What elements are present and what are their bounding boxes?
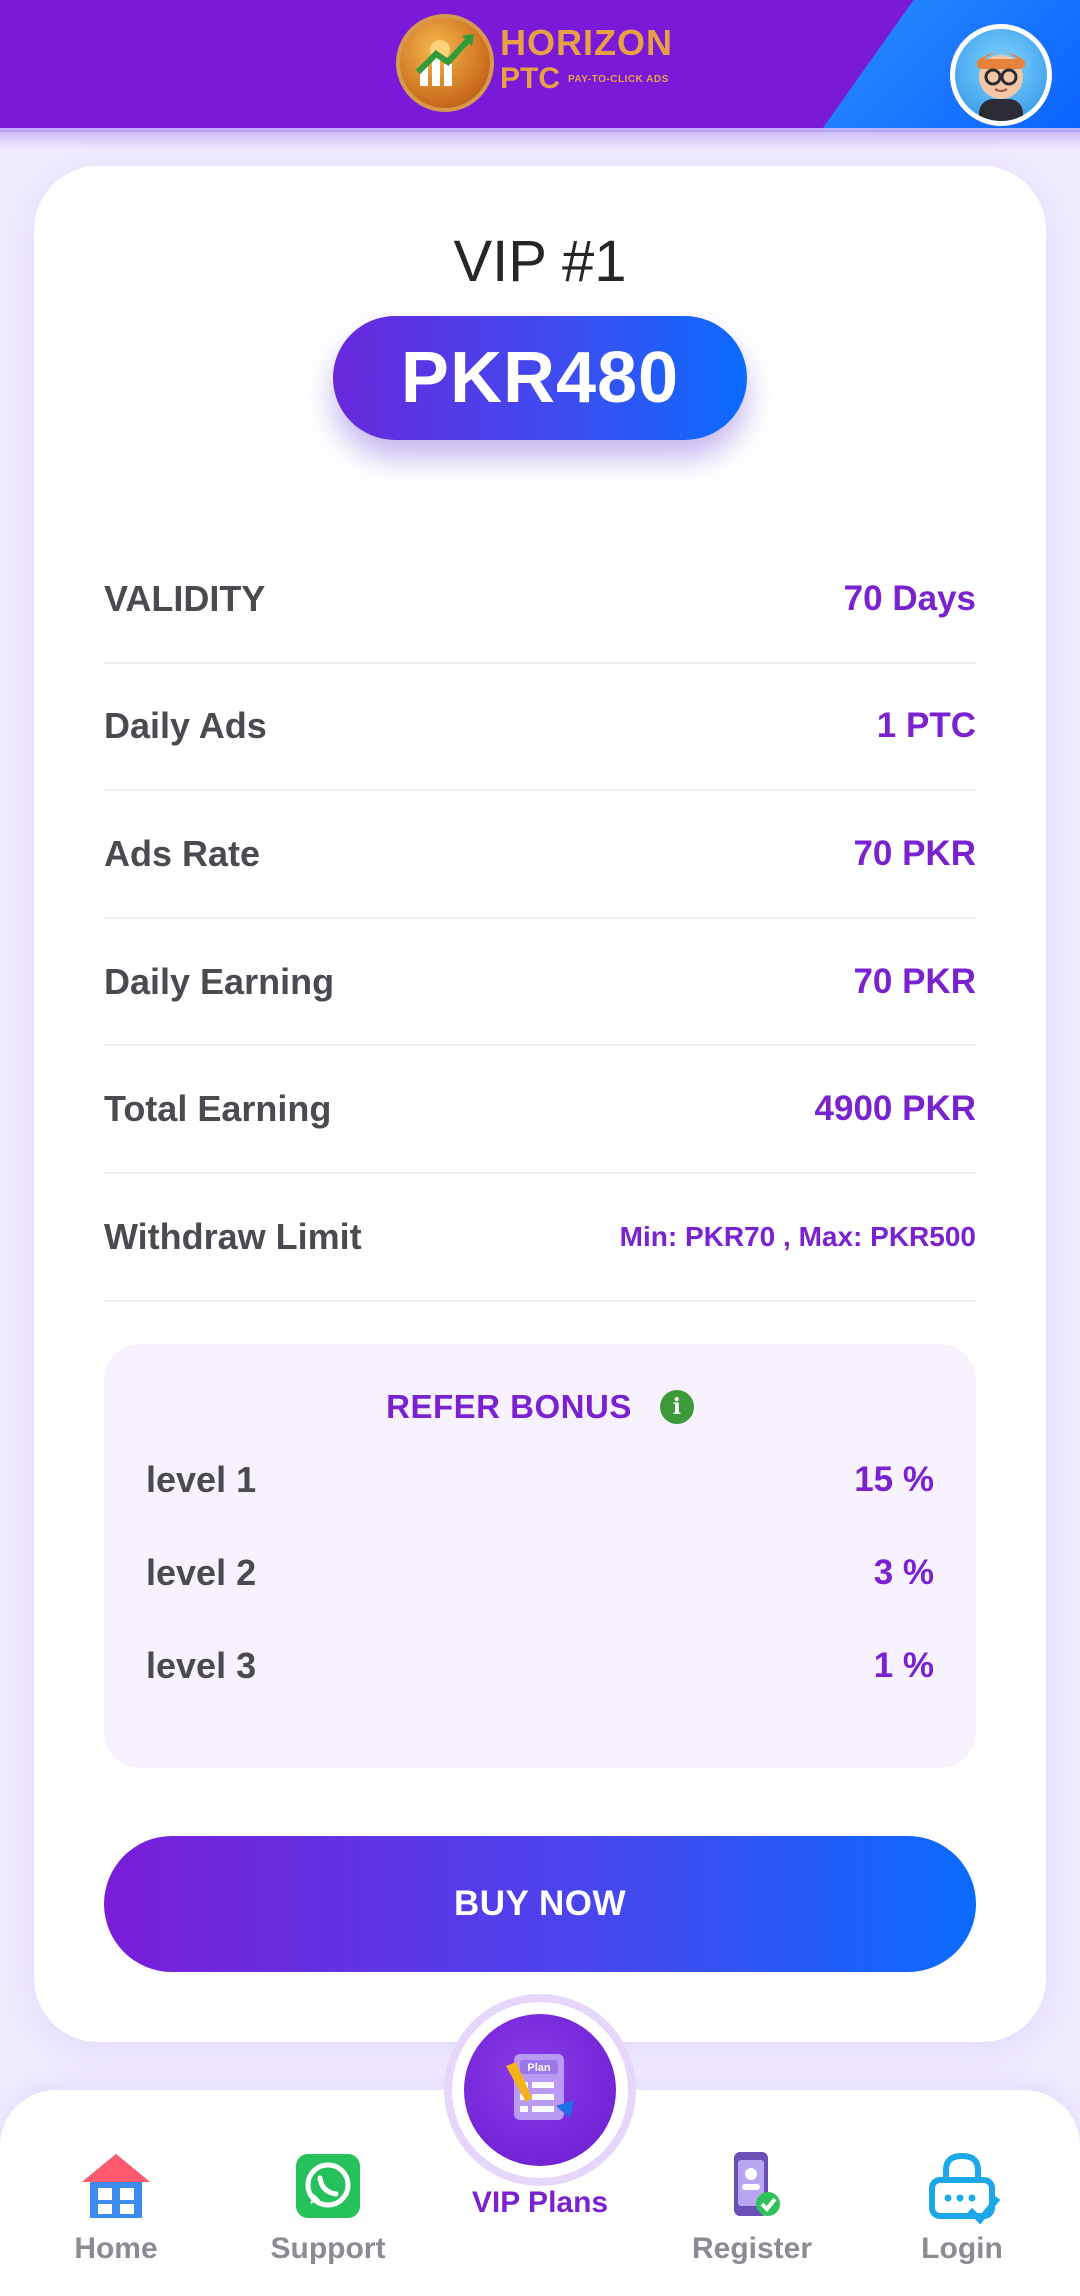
lock-icon: [929, 2152, 1000, 2224]
brand-tagline: PAY-TO-CLICK ADS: [568, 74, 669, 85]
nav-label: Home: [74, 2232, 158, 2265]
refer-level-row: level 1 15 %: [146, 1450, 934, 1510]
vip-plans-button[interactable]: Plan: [464, 2014, 616, 2166]
nav-vip-plans[interactable]: Plan: [444, 1994, 636, 2186]
top-header: HORIZON PTC PAY-TO-CLICK ADS: [0, 0, 1080, 132]
header-shadow: [0, 128, 1080, 150]
nav-register[interactable]: Register: [652, 2090, 852, 2296]
detail-label: Withdraw Limit: [104, 1215, 362, 1257]
buy-now-button[interactable]: BUY NOW: [104, 1836, 976, 1972]
level-label: level 2: [146, 1552, 257, 1593]
house-icon: [82, 2154, 150, 2218]
detail-value: 1 PTC: [876, 706, 976, 746]
nav-label: Support: [270, 2232, 386, 2265]
detail-row-withdraw-limit: Withdraw Limit Min: PKR70 , Max: PKR500: [104, 1174, 976, 1302]
refer-level-row: level 3 1 %: [146, 1636, 934, 1696]
brand-logo[interactable]: HORIZON PTC PAY-TO-CLICK ADS: [396, 14, 696, 114]
detail-value: 4900 PKR: [814, 1089, 976, 1129]
info-icon[interactable]: i: [659, 1390, 694, 1424]
register-phone-icon: [734, 2152, 780, 2216]
detail-row-total-earning: Total Earning 4900 PKR: [104, 1046, 976, 1174]
nav-support[interactable]: Support: [228, 2090, 428, 2296]
logo-badge-icon: [396, 14, 494, 112]
level-value: 3 %: [873, 1553, 934, 1592]
level-value: 15 %: [854, 1460, 934, 1499]
refer-bonus-panel: REFER BONUS i level 1 15 % level 2 3 % l…: [104, 1344, 976, 1768]
nav-home[interactable]: Home: [16, 2090, 216, 2296]
level-label: level 1: [146, 1459, 257, 1500]
plan-clipboard-icon: Plan: [506, 2054, 574, 2120]
plan-details-list: VALIDITY 70 Days Daily Ads 1 PTC Ads Rat…: [104, 536, 976, 1302]
detail-row-ads-rate: Ads Rate 70 PKR: [104, 791, 976, 919]
detail-label: Daily Earning: [104, 960, 335, 1002]
plan-badge-text: Plan: [527, 2062, 551, 2074]
detail-row-daily-earning: Daily Earning 70 PKR: [104, 919, 976, 1047]
brand-name: HORIZON: [500, 22, 673, 63]
detail-row-validity: VALIDITY 70 Days: [104, 536, 976, 664]
whatsapp-icon: [296, 2154, 360, 2218]
refer-bonus-title: REFER BONUS: [386, 1388, 632, 1425]
detail-label: Total Earning: [104, 1088, 332, 1130]
detail-value: Min: PKR70 , Max: PKR500: [619, 1220, 976, 1252]
refer-level-row: level 2 3 %: [146, 1543, 934, 1603]
level-value: 1 %: [873, 1646, 934, 1685]
detail-label: Ads Rate: [104, 832, 261, 874]
detail-row-daily-ads: Daily Ads 1 PTC: [104, 664, 976, 792]
nav-login[interactable]: Login: [862, 2090, 1062, 2296]
plan-price-badge: PKR480: [333, 316, 747, 440]
nav-label-vip-plans[interactable]: VIP Plans: [440, 2186, 640, 2220]
refer-bonus-header: REFER BONUS i: [104, 1384, 976, 1430]
detail-value: 70 Days: [843, 578, 976, 618]
user-avatar[interactable]: [950, 24, 1052, 126]
detail-value: 70 PKR: [853, 961, 976, 1001]
detail-label: VALIDITY: [104, 577, 266, 619]
nav-label: Register: [691, 2232, 813, 2265]
level-label: level 3: [146, 1645, 257, 1686]
detail-label: Daily Ads: [104, 705, 267, 747]
detail-value: 70 PKR: [853, 833, 976, 873]
plan-title: VIP #1: [453, 229, 627, 294]
brand-suffix: PTC: [500, 62, 560, 95]
nav-label: Login: [921, 2232, 1003, 2265]
